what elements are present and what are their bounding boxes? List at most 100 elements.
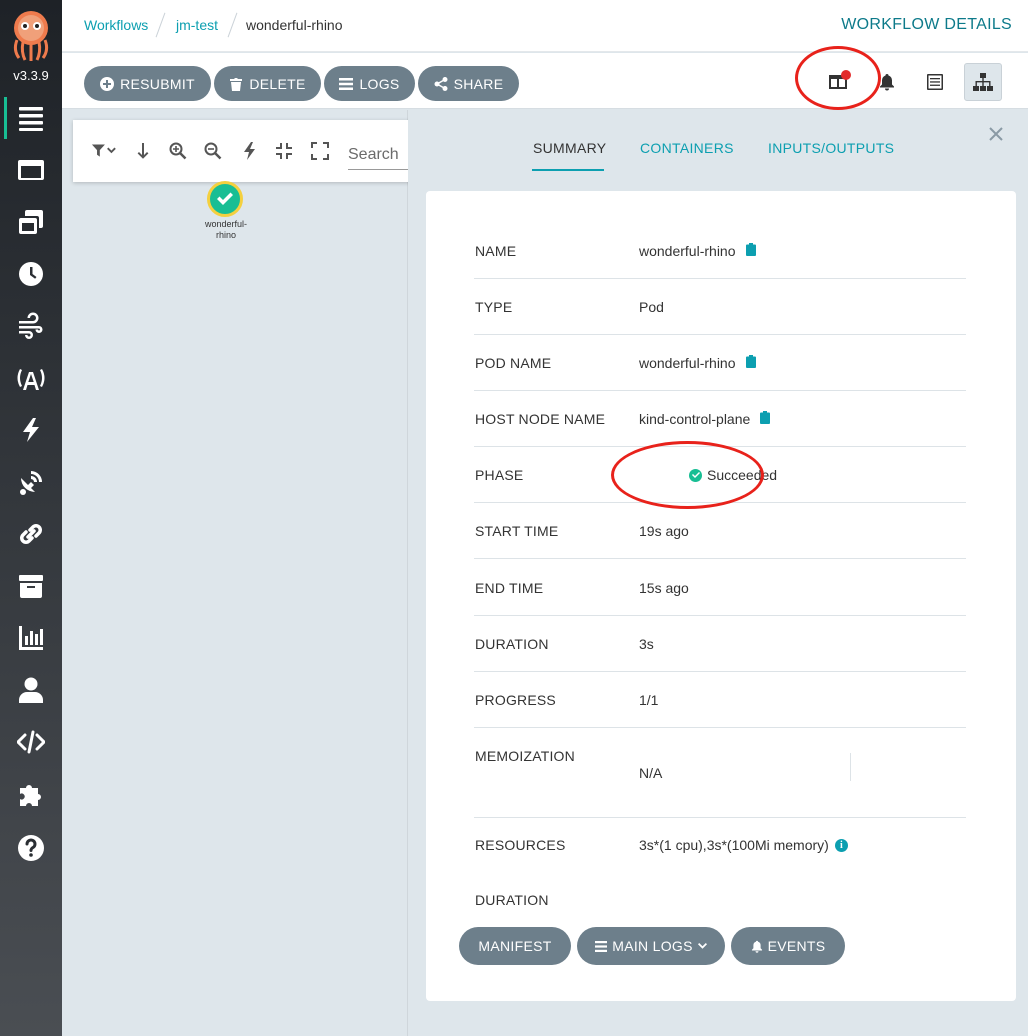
nav-event-flow[interactable] bbox=[0, 305, 62, 347]
node-detail-pane: SUMMARY CONTAINERS INPUTS/OUTPUTS NAME w… bbox=[408, 110, 1028, 1036]
detail-row-progress: PROGRESS 1/1 bbox=[474, 692, 966, 728]
nav-event-bus[interactable] bbox=[0, 461, 62, 503]
events-button[interactable]: EVENTS bbox=[731, 927, 845, 965]
sitemap-icon bbox=[973, 73, 993, 91]
zoom-out-button[interactable] bbox=[200, 138, 226, 164]
close-button[interactable] bbox=[986, 124, 1006, 144]
detail-row-duration: DURATION 3s bbox=[474, 636, 966, 672]
detail-row-type: TYPE Pod bbox=[474, 299, 966, 335]
resubmit-button[interactable]: RESUBMIT bbox=[84, 66, 211, 101]
nav-event-sources[interactable] bbox=[0, 357, 62, 399]
events-label: EVENTS bbox=[767, 938, 826, 954]
nav-reports[interactable] bbox=[0, 617, 62, 659]
help-icon bbox=[18, 835, 44, 861]
graph-pane: wonderful- rhino bbox=[62, 110, 533, 1036]
clock-icon bbox=[19, 262, 43, 286]
share-button[interactable]: SHARE bbox=[418, 66, 519, 101]
detail-key: TYPE bbox=[475, 299, 513, 315]
info-icon[interactable]: i bbox=[834, 838, 848, 852]
detail-key: PHASE bbox=[475, 467, 524, 483]
clipboard-icon[interactable] bbox=[745, 355, 756, 371]
nav-workflow-templates[interactable] bbox=[0, 149, 62, 191]
breadcrumb-namespace[interactable]: jm-test bbox=[176, 17, 218, 33]
graph-view-toggle[interactable] bbox=[964, 63, 1002, 101]
detail-key: HOST NODE NAME bbox=[475, 411, 606, 427]
bolt-icon bbox=[244, 142, 255, 160]
expand-button[interactable] bbox=[307, 138, 333, 164]
split-view-toggle[interactable] bbox=[819, 63, 857, 101]
detail-value: Pod bbox=[639, 299, 664, 315]
wind-icon bbox=[19, 312, 43, 339]
detail-value: 3s bbox=[639, 636, 654, 652]
page-title: WORKFLOW DETAILS bbox=[841, 16, 1012, 33]
share-label: SHARE bbox=[453, 75, 504, 92]
chart-bar-icon bbox=[19, 626, 43, 650]
close-icon bbox=[989, 127, 1003, 141]
detail-row-memoization: MEMOIZATION N/A bbox=[474, 748, 966, 818]
nav-webhooks[interactable] bbox=[0, 513, 62, 555]
zoom-in-button[interactable] bbox=[165, 138, 191, 164]
clipboard-icon[interactable] bbox=[745, 243, 756, 259]
notification-dot bbox=[841, 70, 851, 80]
nav-user[interactable] bbox=[0, 669, 62, 711]
user-icon bbox=[19, 677, 43, 703]
plus-circle-icon bbox=[100, 76, 115, 91]
detail-row-resources: RESOURCES 3s*(1 cpu),3s*(100Mi memory) i bbox=[474, 837, 966, 873]
expand-icon bbox=[311, 142, 329, 160]
breadcrumb-separator bbox=[155, 12, 166, 38]
workflow-node[interactable] bbox=[207, 181, 243, 217]
breadcrumb-workflows[interactable]: Workflows bbox=[84, 17, 148, 33]
code-icon bbox=[17, 730, 45, 754]
logs-label: LOGS bbox=[359, 75, 400, 92]
column-divider bbox=[850, 753, 851, 781]
main-logs-label: MAIN LOGS bbox=[612, 938, 693, 954]
timeline-view-toggle[interactable] bbox=[916, 63, 954, 101]
workflows-icon bbox=[19, 107, 43, 131]
detail-key: DURATION bbox=[475, 892, 549, 908]
detail-value: wonderful-rhino bbox=[639, 355, 756, 371]
delete-button[interactable]: DELETE bbox=[214, 66, 321, 101]
nav-plugins[interactable] bbox=[0, 773, 62, 815]
detail-key: RESOURCES bbox=[475, 837, 566, 853]
tab-containers[interactable]: CONTAINERS bbox=[640, 140, 734, 156]
nav-cron-workflows[interactable] bbox=[0, 253, 62, 295]
filter-button[interactable] bbox=[91, 138, 117, 164]
argo-logo[interactable] bbox=[9, 8, 53, 64]
nav-workflows[interactable] bbox=[0, 97, 62, 139]
trash-icon bbox=[230, 77, 243, 91]
logs-button[interactable]: LOGS bbox=[324, 66, 415, 101]
tab-summary[interactable]: SUMMARY bbox=[533, 140, 606, 156]
bars-icon bbox=[339, 77, 354, 90]
nav-sensors[interactable] bbox=[0, 409, 62, 451]
detail-value: N/A bbox=[639, 765, 663, 781]
detail-row-resources-duration: DURATION bbox=[474, 892, 966, 912]
sidebar: v3.3.9 bbox=[0, 0, 62, 1036]
detail-value: wonderful-rhino bbox=[639, 243, 756, 259]
archive-icon bbox=[19, 575, 43, 598]
detail-value: 1/1 bbox=[639, 692, 659, 708]
zoom-in-icon bbox=[169, 142, 187, 160]
detail-row-pod-name: POD NAME wonderful-rhino bbox=[474, 355, 966, 391]
detail-key: DURATION bbox=[475, 636, 549, 652]
nav-api-docs[interactable] bbox=[0, 721, 62, 763]
chevron-down-icon bbox=[697, 943, 707, 949]
clipboard-icon[interactable] bbox=[760, 411, 771, 427]
summary-card: NAME wonderful-rhino TYPE Pod POD NAME w… bbox=[426, 191, 1016, 1001]
satellite-dish-icon bbox=[20, 471, 42, 495]
filter-icon bbox=[91, 144, 116, 157]
detail-key: POD NAME bbox=[475, 355, 552, 371]
detail-value: 3s*(1 cpu),3s*(100Mi memory) i bbox=[639, 837, 848, 853]
notifications-toggle[interactable] bbox=[868, 63, 906, 101]
manifest-button[interactable]: MANIFEST bbox=[459, 927, 571, 965]
nav-cluster-workflow-templates[interactable] bbox=[0, 201, 62, 243]
collapse-button[interactable] bbox=[271, 138, 297, 164]
direction-toggle[interactable] bbox=[130, 138, 156, 164]
nav-archived-workflows[interactable] bbox=[0, 565, 62, 607]
breadcrumb-separator bbox=[227, 12, 238, 38]
bars-icon bbox=[595, 940, 608, 952]
success-icon bbox=[689, 468, 702, 482]
fast-render-toggle[interactable] bbox=[236, 138, 262, 164]
tab-inputs-outputs[interactable]: INPUTS/OUTPUTS bbox=[768, 140, 894, 156]
nav-help[interactable] bbox=[0, 827, 62, 869]
main-logs-button[interactable]: MAIN LOGS bbox=[577, 927, 725, 965]
